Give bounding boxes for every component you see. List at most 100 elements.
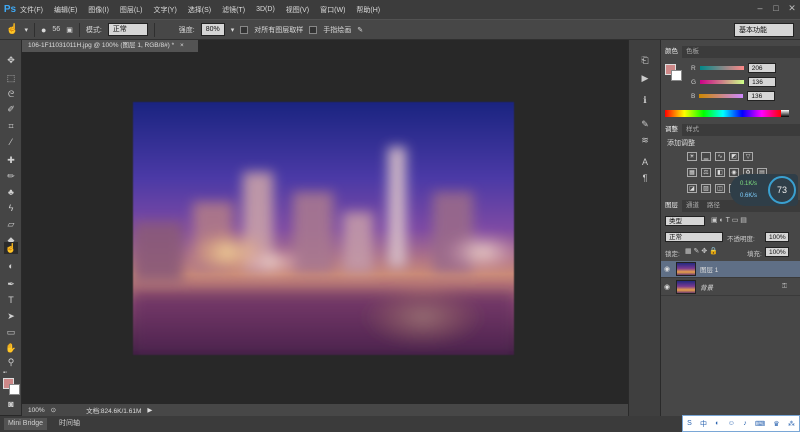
opacity-input[interactable]: 100% [765, 232, 789, 242]
tab-channels[interactable]: 通道 [682, 200, 703, 212]
visibility-eye-icon[interactable]: ◉ [661, 265, 673, 273]
black-white-icon[interactable]: ◧ [715, 168, 725, 177]
smudge-tool-icon[interactable]: ☝ [4, 242, 18, 254]
tab-timeline[interactable]: 时间轴 [55, 418, 84, 430]
eyedropper-tool-icon[interactable]: ⁄ [4, 136, 18, 148]
brush-tool-icon[interactable]: ✏ [4, 170, 18, 182]
tab-paths[interactable]: 路径 [703, 200, 724, 212]
history-panel-icon[interactable]: ⎗ [639, 54, 651, 66]
menu-3d[interactable]: 3D(D) [256, 6, 275, 13]
tab-mini-bridge[interactable]: Mini Bridge [4, 418, 48, 430]
history-brush-tool-icon[interactable]: ϟ [4, 202, 18, 214]
strength-input[interactable]: 80% [200, 23, 225, 36]
document-tab[interactable]: 106-1F11031011H.jpg @ 100% (图层 1, RGB/8#… [22, 40, 198, 52]
path-select-tool-icon[interactable]: ➤ [4, 310, 18, 322]
tab-layers[interactable]: 图层 [661, 200, 682, 212]
tab-swatches[interactable]: 色板 [682, 46, 703, 58]
menu-filter[interactable]: 滤镜(T) [222, 5, 245, 15]
ime-chinese-icon[interactable]: 中 [700, 419, 707, 429]
minimize-icon[interactable]: – [755, 3, 765, 13]
dodge-tool-icon[interactable]: ◐ [4, 260, 18, 272]
layer-row[interactable]: ◉ 图层 1 [661, 261, 800, 278]
ime-keyboard-icon[interactable]: ⌨ [755, 420, 765, 428]
g-value[interactable]: 136 [748, 77, 777, 87]
quick-mask-icon[interactable]: ◙ [4, 398, 18, 410]
visibility-eye-icon[interactable]: ◉ [661, 283, 673, 291]
brush-panel-icon[interactable]: ▣ [66, 26, 73, 34]
lasso-tool-icon[interactable]: ᘓ [4, 88, 18, 100]
default-colors-icon[interactable]: ▪▫ [3, 370, 11, 376]
ime-toolbar[interactable]: S 中 ◐ ☺ ♪ ⌨ ♛ ⁂ [682, 415, 800, 432]
fill-input[interactable]: 100% [765, 247, 789, 257]
brush-presets-panel-icon[interactable]: ✎ [639, 118, 651, 130]
blurred-city-photo[interactable] [133, 102, 514, 355]
brightness-icon[interactable]: ☀ [687, 152, 697, 161]
move-tool-icon[interactable]: ✥ [4, 54, 18, 66]
b-value[interactable]: 136 [747, 91, 776, 101]
pen-tool-icon[interactable]: ✒ [4, 278, 18, 290]
layer-name[interactable]: 背景 [700, 282, 713, 292]
bg-color-chip[interactable] [671, 70, 682, 81]
sample-all-checkbox[interactable] [240, 25, 249, 34]
menu-view[interactable]: 视图(V) [286, 5, 309, 15]
pressure-icon[interactable]: ✎ [357, 26, 363, 34]
blend-mode-select[interactable]: 正常 [665, 232, 723, 242]
smudge-tool-icon[interactable]: ☝ [6, 24, 18, 35]
character-panel-icon[interactable]: A [639, 156, 651, 168]
shape-tool-icon[interactable]: ▭ [4, 326, 18, 338]
paragraph-panel-icon[interactable]: ¶ [639, 172, 651, 184]
ime-voice-icon[interactable]: ♪ [743, 420, 747, 427]
exposure-icon[interactable]: ◩ [729, 152, 739, 161]
layer-name[interactable]: 图层 1 [700, 264, 718, 274]
tab-color[interactable]: 颜色 [661, 46, 682, 58]
status-menu-arrow-icon[interactable]: ▶ [147, 406, 152, 414]
r-value[interactable]: 206 [747, 63, 776, 73]
tool-preset-dropdown-icon[interactable]: ▾ [24, 26, 28, 34]
lock-icons[interactable]: ▦ ✎ ✥ 🔒 [685, 247, 718, 255]
stamp-tool-icon[interactable]: ♣ [4, 186, 18, 198]
brush-size[interactable]: 56 [52, 26, 60, 33]
menu-type[interactable]: 文字(Y) [153, 5, 176, 15]
zoom-tool-icon[interactable]: ⚲ [4, 356, 18, 368]
background-color-swatch[interactable] [9, 384, 20, 395]
levels-icon[interactable]: ▁ [701, 152, 711, 161]
ime-grid-icon[interactable]: ⁂ [788, 420, 795, 428]
quick-select-tool-icon[interactable]: ✐ [4, 103, 18, 115]
healing-tool-icon[interactable]: ✚ [4, 154, 18, 166]
type-tool-icon[interactable]: T [4, 294, 18, 306]
properties-panel-icon[interactable]: ℹ [639, 94, 651, 106]
close-tab-icon[interactable]: × [180, 42, 184, 49]
b-slider[interactable] [699, 94, 744, 98]
mode-select[interactable]: 正常 [107, 23, 148, 36]
ime-punct-icon[interactable]: ◐ [715, 420, 719, 427]
color-balance-icon[interactable]: ⚖ [701, 168, 711, 177]
layer-row[interactable]: ◉ 背景 ⚿ [661, 279, 800, 296]
filter-icons[interactable]: ▣ ◐ T ▭ ▤ [711, 216, 747, 224]
hue-saturation-icon[interactable]: ▦ [687, 168, 697, 177]
menu-layer[interactable]: 图层(L) [120, 5, 143, 15]
menu-edit[interactable]: 编辑(E) [54, 5, 77, 15]
menu-select[interactable]: 选择(S) [188, 5, 211, 15]
brush-preview-icon[interactable]: ● [41, 25, 46, 35]
menu-help[interactable]: 帮助(H) [356, 5, 380, 15]
layer-kind-filter[interactable]: 类型 [665, 216, 705, 226]
tab-styles[interactable]: 样式 [682, 124, 703, 136]
tab-adjustments[interactable]: 调整 [661, 124, 682, 136]
document-info[interactable]: 文档:824.6K/1.61M [86, 405, 141, 415]
menu-image[interactable]: 图像(I) [88, 5, 109, 15]
threshold-icon[interactable]: ◫ [715, 184, 725, 193]
r-slider[interactable] [699, 66, 744, 70]
brush-panel-icon[interactable]: ≋ [639, 134, 651, 146]
menu-file[interactable]: 文件(F) [20, 5, 43, 15]
network-speed-widget[interactable]: 0.1K/s 0.6K/s 73 [730, 174, 798, 206]
strength-dropdown-icon[interactable]: ▾ [231, 26, 235, 34]
finger-paint-checkbox[interactable] [309, 25, 318, 34]
ime-skin-icon[interactable]: ♛ [773, 420, 779, 428]
maximize-icon[interactable]: □ [771, 3, 781, 13]
zoom-level[interactable]: 100% [28, 407, 45, 414]
actions-panel-icon[interactable]: ▶ [639, 72, 651, 84]
invert-icon[interactable]: ◪ [687, 184, 697, 193]
crop-tool-icon[interactable]: ⌗ [4, 120, 18, 132]
marquee-tool-icon[interactable]: ⬚ [4, 72, 18, 84]
menu-window[interactable]: 窗口(W) [320, 5, 345, 15]
